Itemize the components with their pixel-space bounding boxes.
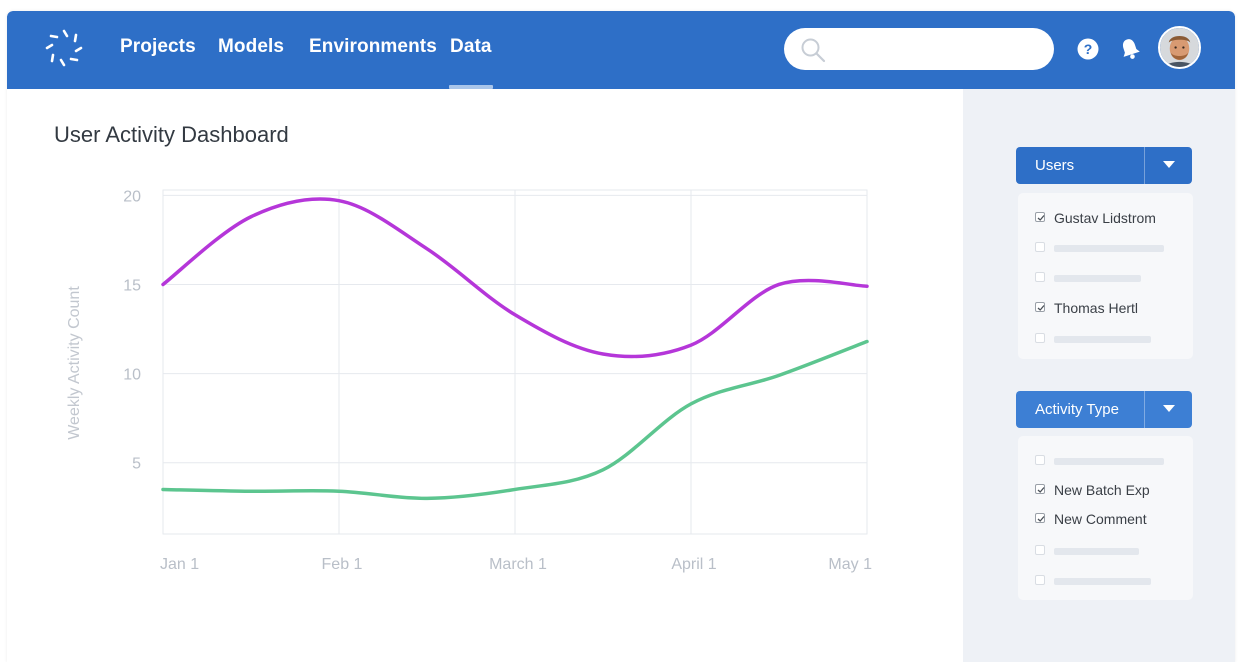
user-option-label: Gustav Lidstrom xyxy=(1054,210,1156,226)
checkbox-checked[interactable] xyxy=(1035,513,1045,523)
placeholder-label-bar xyxy=(1054,458,1164,465)
x-tick-label: May 1 xyxy=(828,556,872,573)
checkbox-checked[interactable] xyxy=(1035,484,1045,494)
help-icon[interactable]: ? xyxy=(1077,38,1099,60)
y-tick-label: 10 xyxy=(123,367,141,384)
activity-option[interactable] xyxy=(1035,573,1185,589)
placeholder-label-bar xyxy=(1054,336,1151,343)
checkbox-unchecked[interactable] xyxy=(1035,545,1045,555)
user-option[interactable] xyxy=(1035,331,1185,347)
activity-option[interactable] xyxy=(1035,453,1185,469)
user-option-label: Thomas Hertl xyxy=(1054,300,1139,316)
y-axis-ticks: 5 10 15 20 xyxy=(123,188,141,472)
checkbox-checked[interactable] xyxy=(1035,302,1045,312)
x-axis-ticks: Jan 1 Feb 1 March 1 April 1 May 1 xyxy=(160,556,872,573)
activity-option[interactable] xyxy=(1035,543,1185,559)
dropdown-divider xyxy=(1144,147,1145,184)
user-option[interactable] xyxy=(1035,240,1185,256)
chart-grid xyxy=(162,189,868,535)
users-options-panel: Gustav Lidstrom Thomas Hertl xyxy=(1018,193,1193,359)
avatar[interactable] xyxy=(1158,26,1201,69)
placeholder-label-bar xyxy=(1054,275,1141,282)
users-dropdown[interactable]: Users xyxy=(1016,147,1192,184)
y-tick-label: 20 xyxy=(123,188,141,205)
user-option[interactable]: Gustav Lidstrom xyxy=(1035,210,1185,226)
activity-option-label: New Comment xyxy=(1054,511,1147,527)
activity-type-dropdown-label: Activity Type xyxy=(1035,401,1119,418)
bell-icon[interactable] xyxy=(1117,36,1143,62)
svg-text:?: ? xyxy=(1084,41,1093,57)
placeholder-label-bar xyxy=(1054,245,1164,252)
app-window: Projects Models Environments Data ? User… xyxy=(7,11,1235,662)
checkbox-unchecked[interactable] xyxy=(1035,333,1045,343)
placeholder-label-bar xyxy=(1054,548,1139,555)
user-option[interactable] xyxy=(1035,270,1185,286)
activity-options-panel: New Batch Exp New Comment xyxy=(1018,436,1193,600)
x-tick-label: Feb 1 xyxy=(322,556,363,573)
placeholder-label-bar xyxy=(1054,578,1151,585)
checkbox-unchecked[interactable] xyxy=(1035,575,1045,585)
checkbox-unchecked[interactable] xyxy=(1035,272,1045,282)
activity-option[interactable]: New Comment xyxy=(1035,511,1185,527)
x-tick-label: April 1 xyxy=(671,556,716,573)
checkbox-unchecked[interactable] xyxy=(1035,455,1045,465)
user-option[interactable]: Thomas Hertl xyxy=(1035,300,1185,316)
dropdown-divider xyxy=(1144,391,1145,428)
x-tick-label: March 1 xyxy=(489,556,547,573)
activity-option-label: New Batch Exp xyxy=(1054,482,1150,498)
chevron-down-icon[interactable] xyxy=(1163,405,1175,413)
users-dropdown-label: Users xyxy=(1035,157,1075,174)
y-axis-label: Weekly Activity Count xyxy=(66,286,83,440)
activity-type-dropdown[interactable]: Activity Type xyxy=(1016,391,1192,428)
activity-line-chart: 5 10 15 20 Jan 1 Feb 1 March 1 April 1 May 1 We… xyxy=(66,188,872,573)
checkbox-unchecked[interactable] xyxy=(1035,242,1045,252)
chevron-down-icon[interactable] xyxy=(1163,161,1175,169)
activity-option[interactable]: New Batch Exp xyxy=(1035,482,1185,498)
x-tick-label: Jan 1 xyxy=(160,556,199,573)
filter-sidebar: Users Gustav Lidstrom Thomas Hertl Activ… xyxy=(963,89,1235,662)
y-tick-label: 5 xyxy=(132,456,141,473)
y-tick-label: 15 xyxy=(123,277,141,294)
checkbox-checked[interactable] xyxy=(1035,212,1045,222)
